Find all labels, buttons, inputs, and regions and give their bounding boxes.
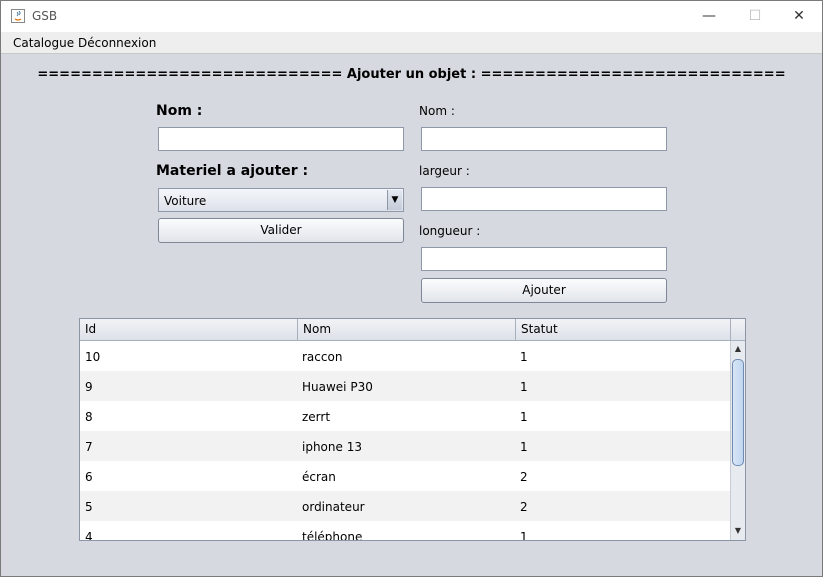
column-header-statut[interactable]: Statut xyxy=(516,319,731,340)
table-header: Id Nom Statut xyxy=(80,319,745,341)
cell-statut: 2 xyxy=(520,470,528,484)
form-heading: ============================ Ajouter un … xyxy=(37,67,786,82)
cell-nom: écran xyxy=(302,470,336,484)
width-input[interactable] xyxy=(421,187,667,211)
maximize-button[interactable]: ☐ xyxy=(732,1,778,32)
table-row[interactable]: 7 iphone 13 1 xyxy=(80,431,730,461)
length-input[interactable] xyxy=(421,247,667,271)
java-app-icon xyxy=(11,9,25,23)
material-label: Materiel a ajouter : xyxy=(156,163,309,179)
cell-nom: Huawei P30 xyxy=(302,380,373,394)
cell-statut: 1 xyxy=(520,350,528,364)
table-row[interactable]: 9 Huawei P30 1 xyxy=(80,371,730,401)
object-name-input[interactable] xyxy=(421,127,667,151)
cell-id: 8 xyxy=(85,410,93,424)
cell-statut: 1 xyxy=(520,380,528,394)
validate-button[interactable]: Valider xyxy=(158,218,404,243)
material-selected-value: Voiture xyxy=(164,194,207,208)
cell-statut: 1 xyxy=(520,440,528,454)
width-label: largeur : xyxy=(419,164,470,178)
table-row[interactable]: 8 zerrt 1 xyxy=(80,401,730,431)
table-row[interactable]: 4 téléphone 1 xyxy=(80,521,730,540)
cell-id: 7 xyxy=(85,440,93,454)
cell-id: 10 xyxy=(85,350,101,364)
cell-statut: 2 xyxy=(520,500,528,514)
scroll-down-icon[interactable]: ▼ xyxy=(731,524,745,538)
menu-bar: Catalogue Déconnexion xyxy=(1,32,822,54)
material-select[interactable]: Voiture ▼ xyxy=(158,188,404,212)
name-label: Nom : xyxy=(156,103,203,119)
cell-id: 5 xyxy=(85,500,93,514)
scroll-up-icon[interactable]: ▲ xyxy=(731,342,745,356)
cell-statut: 1 xyxy=(520,530,528,540)
menu-deconnexion[interactable]: Déconnexion xyxy=(78,36,156,50)
column-header-nom[interactable]: Nom xyxy=(298,319,516,340)
vertical-scrollbar[interactable]: ▲ ▼ xyxy=(730,341,745,540)
table-row[interactable]: 6 écran 2 xyxy=(80,461,730,491)
add-button[interactable]: Ajouter xyxy=(421,278,667,303)
name-input[interactable] xyxy=(158,127,404,151)
cell-id: 6 xyxy=(85,470,93,484)
table-row[interactable]: 5 ordinateur 2 xyxy=(80,491,730,521)
minimize-button[interactable]: — xyxy=(686,1,732,32)
app-window: GSB — ☐ ✕ Catalogue Déconnexion ========… xyxy=(0,0,823,577)
cell-nom: ordinateur xyxy=(302,500,365,514)
length-label: longueur : xyxy=(419,224,481,238)
table-row[interactable]: 10 raccon 1 xyxy=(80,341,730,371)
object-name-label: Nom : xyxy=(419,104,455,118)
cell-id: 4 xyxy=(85,530,93,540)
objects-table: Id Nom Statut 10 raccon 1 9 Huawei P30 1… xyxy=(79,318,746,541)
scroll-thumb[interactable] xyxy=(732,359,744,466)
cell-statut: 1 xyxy=(520,410,528,424)
close-button[interactable]: ✕ xyxy=(776,1,822,32)
cell-nom: zerrt xyxy=(302,410,331,424)
cell-nom: raccon xyxy=(302,350,343,364)
menu-catalogue[interactable]: Catalogue xyxy=(13,36,74,50)
column-header-id[interactable]: Id xyxy=(80,319,298,340)
cell-nom: téléphone xyxy=(302,530,363,540)
cell-nom: iphone 13 xyxy=(302,440,362,454)
table-body: 10 raccon 1 9 Huawei P30 1 8 zerrt 1 7 i… xyxy=(80,341,730,540)
window-title: GSB xyxy=(32,9,58,23)
cell-id: 9 xyxy=(85,380,93,394)
dropdown-arrow-icon[interactable]: ▼ xyxy=(387,190,402,210)
title-bar: GSB — ☐ ✕ xyxy=(1,1,822,32)
